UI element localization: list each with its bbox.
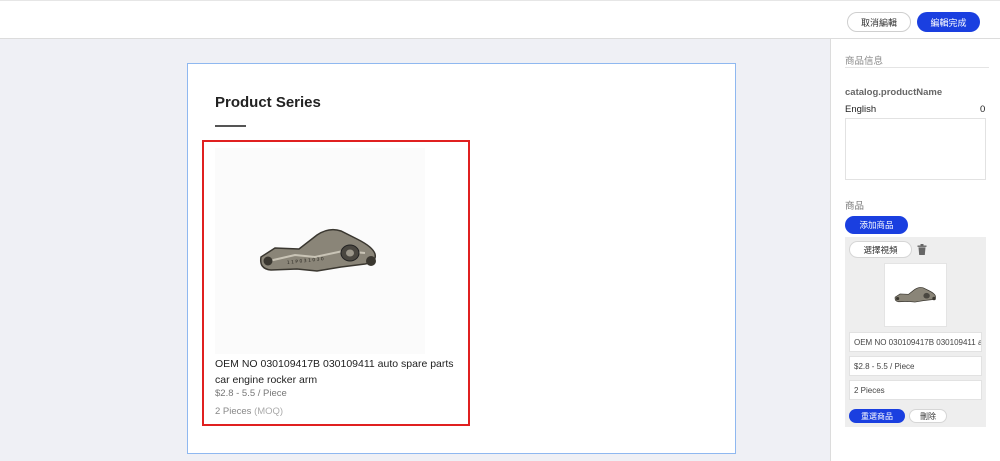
rocker-arm-thumbnail-icon	[894, 287, 936, 303]
finish-edit-button[interactable]: 編輯完成	[917, 12, 980, 32]
product-name: OEM NO 030109417B 030109411 auto spare p…	[215, 358, 454, 386]
add-product-button[interactable]: 添加商品	[845, 216, 908, 234]
product-item-editor: 選擇視頻 OEM NO 030109417B 030109411 auto sp…	[845, 237, 986, 427]
product-thumbnail	[884, 263, 947, 327]
reselect-product-button[interactable]: 重選商品	[849, 409, 905, 423]
product-name-field-label: catalog.productName	[845, 87, 943, 98]
select-video-button[interactable]: 選擇視頻	[849, 241, 912, 258]
product-image: 1 1 P 0 3 1 0 3 0	[215, 148, 425, 354]
top-toolbar: 取消編輯 編輯完成	[0, 0, 1000, 39]
products-label: 商品	[845, 201, 865, 212]
char-count: 0	[980, 104, 986, 115]
product-moq: 2 Pieces (MOQ)	[215, 406, 283, 417]
rocker-arm-image: 1 1 P 0 3 1 0 3 0	[259, 228, 377, 272]
trash-icon[interactable]	[915, 242, 929, 256]
title-underline	[215, 125, 246, 127]
item-price-field[interactable]: $2.8 - 5.5 / Piece	[849, 356, 982, 376]
language-label: English	[845, 104, 877, 115]
cancel-edit-button[interactable]: 取消編輯	[847, 12, 911, 32]
item-moq-field[interactable]: 2 Pieces	[849, 380, 982, 400]
delete-product-button[interactable]: 刪除	[909, 409, 947, 423]
panel-divider	[845, 67, 989, 68]
panel-title: 商品信息	[845, 56, 884, 67]
moq-quantity: 2 Pieces	[215, 406, 252, 417]
product-name-textarea[interactable]	[845, 118, 986, 180]
section-title: Product Series	[215, 94, 321, 111]
item-name-field[interactable]: OEM NO 030109417B 030109411 auto spare p…	[849, 332, 982, 352]
product-price: $2.8 - 5.5 / Piece	[215, 388, 287, 399]
properties-panel: 商品信息 catalog.productName English 0 商品 添加…	[830, 39, 1000, 461]
product-card-selected[interactable]: 1 1 P 0 3 1 0 3 0 OEM NO 030109417B 0301…	[202, 140, 470, 426]
product-series-section[interactable]: Product Series 1 1 P 0 3 1 0 3 0 OEM NO …	[187, 63, 736, 454]
moq-tag: (MOQ)	[254, 406, 284, 417]
